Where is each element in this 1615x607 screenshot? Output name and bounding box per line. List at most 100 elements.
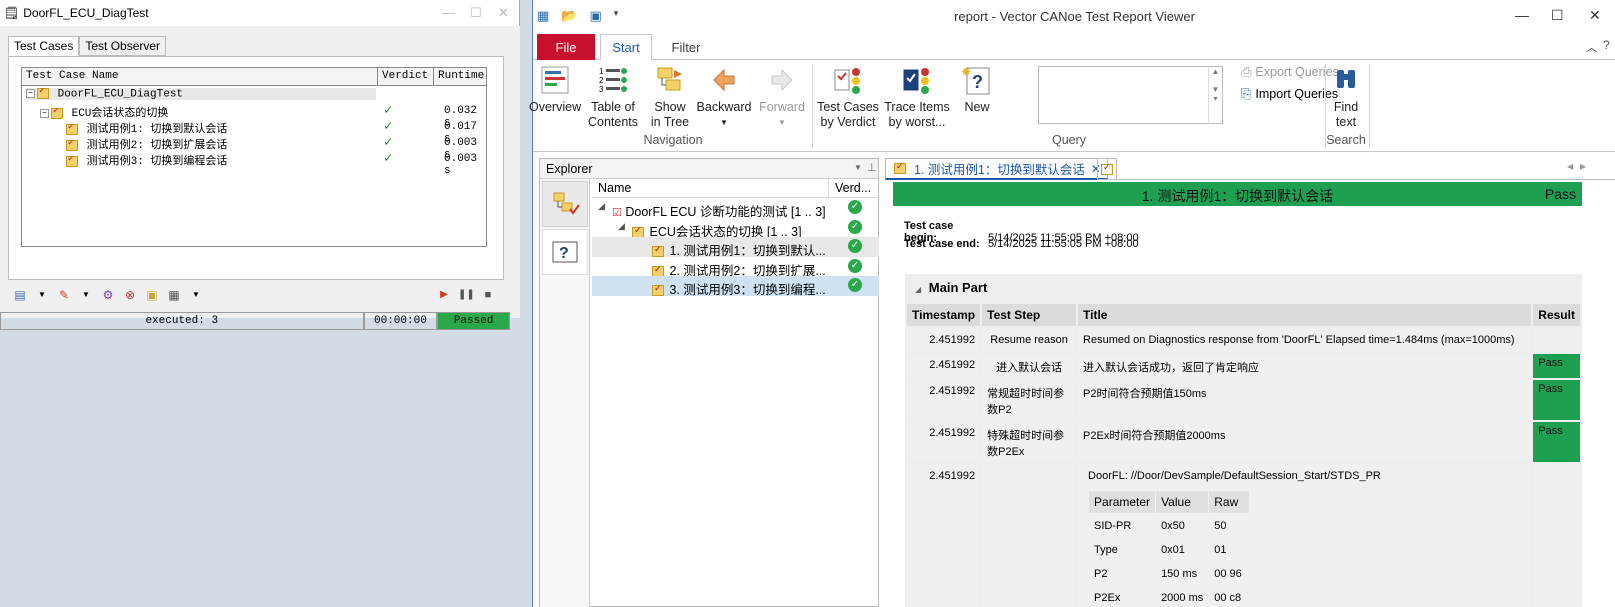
testcase-banner: 1. 测试用例1：切换到默认会话 Pass (893, 182, 1582, 206)
col-test-case-name[interactable]: Test Case Name (22, 68, 378, 85)
edit-icon[interactable]: ✎ (56, 288, 72, 302)
table-of-contents-icon: 123 (597, 64, 629, 96)
maximize-icon[interactable]: ☐ (470, 5, 482, 21)
minimize-icon[interactable]: — (1515, 7, 1529, 23)
table-row: 2.451992 DoorFL: //Door/DevSample/Defaul… (907, 464, 1580, 607)
tab-test-observer[interactable]: Test Observer (79, 36, 167, 56)
tree-item-group[interactable]: ◢ ECU会话状态的切换 [1 .. 3] ✓ (592, 218, 879, 239)
minimize-icon[interactable]: — (442, 5, 455, 20)
tree-item-root[interactable]: ◢ ☑ DoorFL ECU 诊断功能的测试 [1 .. 3] ✓ (592, 198, 879, 219)
scroll-tabs-left-icon[interactable]: ◀ (1567, 162, 1573, 171)
forward-button[interactable]: Forward ▼ (755, 64, 809, 130)
expand-arrow-icon[interactable]: ◢ (618, 221, 625, 232)
collapse-ribbon-icon[interactable]: ︿ (1586, 39, 1597, 55)
table-row: 2.451992 特殊超时时间参数P2Ex P2Ex时间符合预期值2000ms … (907, 422, 1580, 462)
tree-row[interactable]: 测试用例2: 切换到扩展会话 ✓ 0.003 s (22, 135, 486, 161)
maximize-icon[interactable]: ☐ (1551, 7, 1564, 24)
overview-button[interactable]: Overview (529, 64, 581, 115)
verdict-check-icon: ✓ (384, 135, 393, 151)
pin-icon[interactable]: ⊥ (867, 161, 877, 174)
group-search-label: Search (1326, 133, 1366, 147)
executed-count: executed: 3 (0, 312, 364, 330)
col-test-step: Test Step (982, 304, 1077, 326)
start-icon[interactable]: ▶ (436, 288, 452, 302)
export-icon[interactable]: ▦ (166, 288, 182, 302)
collapse-arrow-icon[interactable]: ◢ (915, 285, 921, 294)
close-icon[interactable]: ✕ (1589, 7, 1601, 24)
test-case-icon (66, 138, 78, 151)
col-verdict[interactable]: Verd... (829, 179, 879, 197)
test-group-icon (51, 106, 63, 119)
col-verdict[interactable]: Verdict (378, 68, 434, 85)
tab-test-cases[interactable]: Test Cases (8, 36, 80, 56)
main-part-section: ◢ Main Part Timestamp Test Step Title Re… (905, 274, 1582, 607)
tree-item-testcase-2[interactable]: 2. 测试用例2：切换到扩展... ✓ (592, 257, 879, 278)
show-in-tree-button[interactable]: Show in Tree (645, 64, 695, 130)
backward-button[interactable]: Backward ▼ (695, 64, 753, 130)
doc-tab-testcase-1[interactable]: 1. 测试用例1：切换到默认会话 ✕ (885, 158, 1108, 180)
import-queries-button[interactable]: ⎘ Import Queries (1241, 86, 1338, 102)
scroll-tabs-right-icon[interactable]: ▶ (1580, 162, 1586, 171)
query-list[interactable]: ▲ ▼ ▾ (1038, 66, 1223, 124)
svg-text:1: 1 (599, 67, 604, 76)
testcase-title: 1. 测试用例1：切换到默认会话 (1141, 188, 1334, 204)
tab-start[interactable]: Start (600, 34, 652, 61)
table-row: SID-PR 0x50 50 (1089, 514, 1250, 537)
dropdown-arrow-icon[interactable]: ▼ (78, 288, 94, 302)
test-case-icon (894, 161, 906, 174)
tree-item-testcase-1[interactable]: 1. 测试用例1：切换到默认... ✓ (592, 237, 879, 258)
new-query-icon: ? ✸ (961, 64, 993, 96)
test-cases-by-verdict-button[interactable]: Test Cases by Verdict (815, 64, 881, 130)
test-cases-panel: Test Case Name Verdict Runtime − DoorFL_… (8, 56, 504, 280)
tree-view-button[interactable] (542, 181, 588, 227)
col-name[interactable]: Name (592, 179, 829, 197)
report-icon[interactable]: ▤ (12, 288, 28, 302)
table-of-contents-button[interactable]: 123 Table of Contents (587, 64, 639, 130)
query-view-button[interactable]: ? (542, 229, 588, 275)
runtime-value: 0.003 s (444, 153, 478, 177)
new-tab-button[interactable] (1097, 158, 1117, 180)
col-timestamp: Timestamp (907, 304, 981, 326)
dropdown-arrow-icon[interactable]: ▼ (695, 115, 753, 130)
svg-text:✸: ✸ (961, 65, 971, 79)
panel-menu-icon[interactable]: ▼ (854, 163, 862, 172)
dropdown-arrow-icon[interactable]: ▼ (188, 288, 204, 302)
tab-filter[interactable]: Filter (658, 34, 714, 60)
pass-icon: ✓ (848, 200, 862, 214)
col-result: Result (1533, 304, 1580, 326)
dropdown-arrow-icon[interactable]: ▼ (34, 288, 50, 302)
find-text-button[interactable]: Find text (1327, 64, 1365, 130)
dropdown-arrow-icon[interactable]: ▼ (755, 115, 809, 130)
tree-row[interactable]: − DoorFL_ECU_DiagTest (22, 86, 486, 103)
pause-icon[interactable]: ❚❚ (458, 288, 475, 302)
col-runtime[interactable]: Runtime (434, 68, 486, 85)
explorer-title: Explorer (546, 162, 593, 176)
tree-item-testcase-3[interactable]: 3. 测试用例3：切换到编程... ✓ (592, 276, 879, 297)
close-icon[interactable]: ✕ (498, 5, 509, 21)
collapse-icon[interactable]: − (26, 89, 35, 98)
expand-arrow-icon[interactable]: ◢ (598, 201, 605, 212)
import-icon[interactable]: ▣ (144, 288, 160, 302)
col-parameter: Parameter (1089, 491, 1156, 513)
status-badge: Pass (1533, 422, 1580, 462)
query-view-icon: ? (552, 241, 578, 263)
tree-row[interactable]: 测试用例1: 切换到默认会话 ✓ 0.017 s (22, 119, 486, 145)
explorer-panel: Explorer ▼ ⊥ ? Name Verd... ◢ ☑ DoorFL E… (539, 158, 879, 607)
help-icon[interactable]: ? (1603, 38, 1610, 52)
report-document: 1. 测试用例1：切换到默认会话 Pass Test case begin: 5/… (887, 182, 1592, 607)
tab-file[interactable]: File (537, 34, 595, 60)
main-part-header[interactable]: ◢ Main Part (905, 274, 1582, 300)
tree-row[interactable]: − ECU会话状态的切换 ✓ 0.032 s (22, 103, 486, 129)
test-case-table: Test Case Name Verdict Runtime − DoorFL_… (21, 67, 487, 247)
tree-row[interactable]: 测试用例3: 切换到编程会话 ✓ 0.003 s (22, 151, 486, 177)
query-scrollbar[interactable]: ▲ ▼ ▾ (1208, 67, 1222, 123)
table-row: 2.451992 常规超时时间参数P2 P2时间符合预期值150ms Pass (907, 380, 1580, 420)
trace-items-by-worst-button[interactable]: Trace Items by worst... (883, 64, 951, 130)
reset-icon[interactable]: ⊗ (122, 288, 138, 302)
diag-response-path: DoorFL: //Door/DevSample/DefaultSession_… (1088, 470, 1381, 482)
collapse-icon[interactable]: − (40, 108, 49, 118)
stop-icon[interactable]: ■ (480, 288, 496, 302)
table-row: P2 150 ms 00 96 (1089, 562, 1250, 585)
new-query-button[interactable]: ? ✸ New (957, 64, 997, 115)
configure-icon[interactable]: ⚙ (100, 288, 116, 302)
